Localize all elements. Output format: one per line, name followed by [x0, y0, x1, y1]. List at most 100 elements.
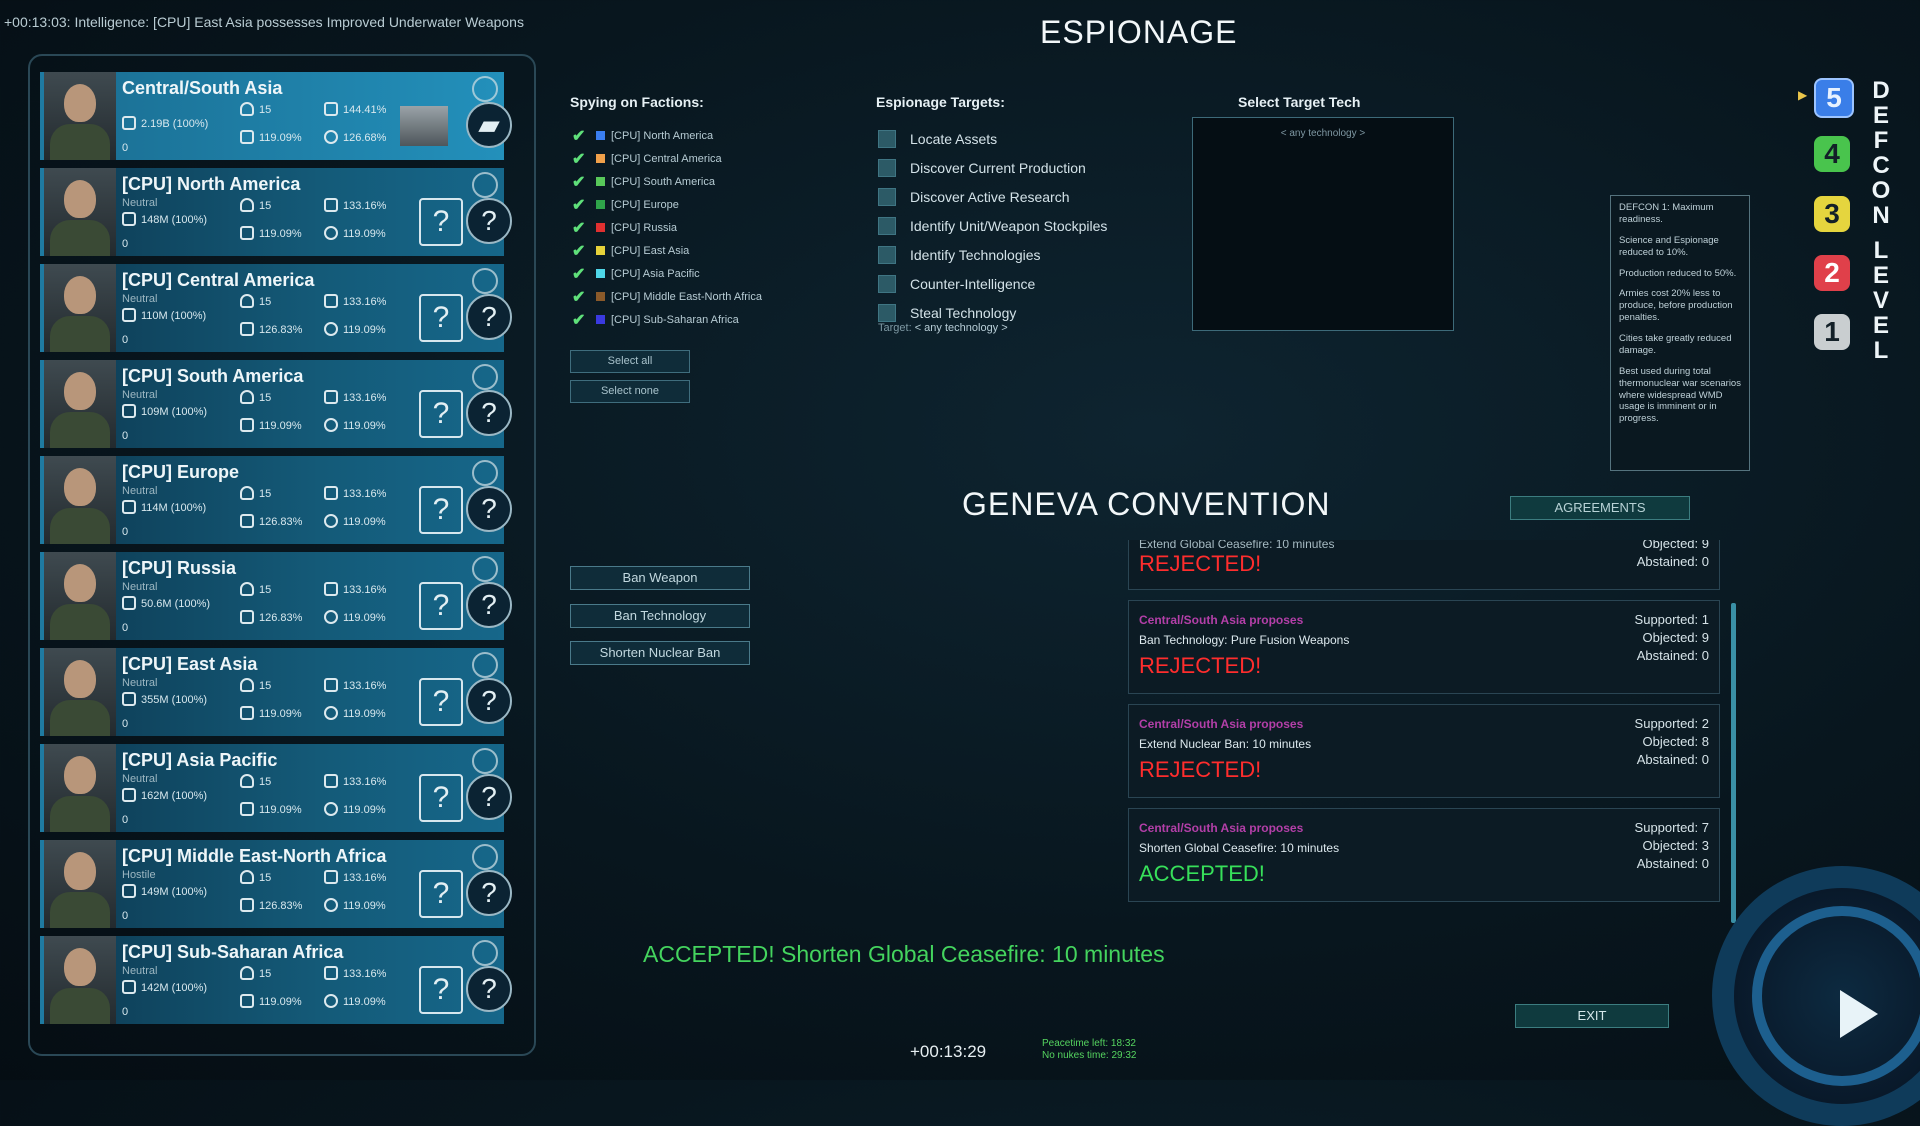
target-checkbox[interactable] [878, 187, 896, 206]
faction-row[interactable]: [CPU] Europe Neutral 114M (100%) 0 15 126.83%… [40, 456, 512, 544]
unknown-intel-icon[interactable]: ? [419, 390, 463, 438]
population-value: 142M (100%) [141, 982, 208, 994]
spy-faction-row[interactable]: ✔ [CPU] Europe [572, 193, 762, 216]
checkmark-icon[interactable]: ✔ [572, 172, 588, 192]
target-checkbox[interactable] [878, 303, 896, 322]
espionage-target-row[interactable]: Locate Assets [878, 124, 1107, 153]
defcon-2-button[interactable]: 2 [1814, 255, 1850, 291]
faction-row[interactable]: [CPU] Middle East-North Africa Hostile 149… [40, 840, 512, 928]
faction-row[interactable]: [CPU] East Asia Neutral 355M (100%) 0 15 119.… [40, 648, 512, 736]
faction-name[interactable]: [CPU] Europe [122, 462, 239, 483]
faction-row[interactable]: Central/South Asia 2.19B (100%) 0 15 119.09%… [40, 72, 512, 160]
checkmark-icon[interactable]: ✔ [572, 218, 588, 238]
target-checkbox[interactable] [878, 274, 896, 293]
checkmark-icon[interactable]: ✔ [572, 287, 588, 307]
supported-count: Supported: 1 [1634, 612, 1709, 627]
spy-faction-row[interactable]: ✔ [CPU] Middle East-North Africa [572, 285, 762, 308]
spy-faction-row[interactable]: ✔ [CPU] Central America [572, 147, 762, 170]
spy-faction-row[interactable]: ✔ [CPU] Sub-Saharan Africa [572, 308, 762, 331]
proposal-scrollbar[interactable] [1731, 603, 1736, 923]
unknown-intel-icon[interactable]: ? [419, 678, 463, 726]
science-value: 119.09% [343, 324, 386, 336]
unknown-intel-icon[interactable]: ? [419, 486, 463, 534]
target-checkbox[interactable] [878, 245, 896, 264]
agreements-button[interactable]: AGREEMENTS [1510, 496, 1690, 520]
shorten-nuclear-ban-button[interactable]: Shorten Nuclear Ban [570, 641, 750, 665]
science-value: 119.09% [343, 612, 386, 624]
spying-faction-list: ✔ [CPU] North America ✔ [CPU] Central Ameri… [572, 124, 762, 331]
checkmark-icon[interactable]: ✔ [572, 241, 588, 261]
unknown-intel-icon[interactable]: ? [419, 582, 463, 630]
espionage-target-row[interactable]: Identify Unit/Weapon Stockpiles [878, 211, 1107, 240]
unknown-intel-icon[interactable]: ? [419, 198, 463, 246]
target-tech-list[interactable]: < any technology > [1192, 117, 1454, 331]
checkmark-icon[interactable]: ✔ [572, 149, 588, 169]
ban-technology-button[interactable]: Ban Technology [570, 604, 750, 628]
espionage-target-row[interactable]: Discover Current Production [878, 153, 1107, 182]
faction-name[interactable]: [CPU] North America [122, 174, 300, 195]
espionage-target-row[interactable]: Identify Technologies [878, 240, 1107, 269]
agent-value: 15 [259, 968, 272, 980]
play-icon[interactable] [1840, 990, 1878, 1038]
faction-row[interactable]: [CPU] Russia Neutral 50.6M (100%) 0 15 126.83… [40, 552, 512, 640]
checkmark-icon[interactable]: ✔ [572, 126, 588, 146]
target-checkbox[interactable] [878, 129, 896, 148]
spy-faction-row[interactable]: ✔ [CPU] Asia Pacific [572, 262, 762, 285]
faction-name[interactable]: [CPU] East Asia [122, 654, 257, 675]
unknown-unit-icon[interactable]: ? [466, 966, 512, 1012]
tech-placeholder[interactable]: < any technology > [1193, 128, 1453, 139]
unknown-unit-icon[interactable]: ? [466, 294, 512, 340]
unknown-unit-icon[interactable]: ? [466, 678, 512, 724]
faction-row[interactable]: [CPU] Asia Pacific Neutral 162M (100%) 0 15 1… [40, 744, 512, 832]
defcon-3-button[interactable]: 3 [1814, 196, 1850, 232]
unknown-unit-icon[interactable]: ? [466, 486, 512, 532]
espionage-title: ESPIONAGE [1040, 14, 1238, 50]
spy-faction-row[interactable]: ✔ [CPU] North America [572, 124, 762, 147]
defcon-letter: O [1871, 177, 1891, 204]
faction-name[interactable]: [CPU] Central America [122, 270, 314, 291]
select-none-button[interactable]: Select none [570, 380, 690, 403]
proposal-result: REJECTED! [1139, 757, 1262, 782]
espionage-target-row[interactable]: Counter-Intelligence [878, 269, 1107, 298]
spy-faction-row[interactable]: ✔ [CPU] Russia [572, 216, 762, 239]
unknown-intel-icon[interactable]: ? [419, 294, 463, 342]
select-all-button[interactable]: Select all [570, 350, 690, 373]
proposal-list[interactable]: Extend Global Ceasefire: 10 minutes REJE… [1128, 540, 1720, 910]
unknown-unit-icon[interactable]: ? [466, 582, 512, 628]
population-stat: 114M (100%) [122, 500, 206, 514]
unknown-unit-icon[interactable]: ? [466, 774, 512, 820]
faction-row[interactable]: [CPU] North America Neutral 148M (100%) 0 15… [40, 168, 512, 256]
faction-name[interactable]: [CPU] South America [122, 366, 303, 387]
target-checkbox[interactable] [878, 216, 896, 235]
faction-row[interactable]: [CPU] Central America Neutral 110M (100%) 0… [40, 264, 512, 352]
unknown-intel-icon[interactable]: ? [419, 774, 463, 822]
defcon-5-button[interactable]: 5 [1814, 78, 1854, 118]
unit-thumbnail[interactable] [400, 106, 448, 146]
unknown-unit-icon[interactable]: ? [466, 870, 512, 916]
checkmark-icon[interactable]: ✔ [572, 264, 588, 284]
ban-weapon-button[interactable]: Ban Weapon [570, 566, 750, 590]
faction-row[interactable]: [CPU] South America Neutral 109M (100%) 0 15… [40, 360, 512, 448]
faction-name[interactable]: [CPU] Sub-Saharan Africa [122, 942, 343, 963]
unknown-intel-icon[interactable]: ? [419, 870, 463, 918]
target-checkbox[interactable] [878, 158, 896, 177]
tank-icon[interactable]: ▰ [466, 102, 512, 148]
faction-name[interactable]: [CPU] Russia [122, 558, 236, 579]
exit-button[interactable]: EXIT [1515, 1004, 1669, 1028]
spy-faction-row[interactable]: ✔ [CPU] South America [572, 170, 762, 193]
defcon-4-button[interactable]: 4 [1814, 136, 1850, 172]
unknown-intel-icon[interactable]: ? [419, 966, 463, 1014]
faction-name[interactable]: [CPU] Middle East-North Africa [122, 846, 386, 867]
target-value[interactable]: < any technology > [915, 322, 1008, 334]
spy-faction-row[interactable]: ✔ [CPU] East Asia [572, 239, 762, 262]
faction-name[interactable]: Central/South Asia [122, 78, 282, 99]
faction-row[interactable]: [CPU] Sub-Saharan Africa Neutral 142M (100… [40, 936, 512, 1024]
checkmark-icon[interactable]: ✔ [572, 310, 588, 330]
production-stat: 119.09% [240, 802, 302, 816]
defcon-1-button[interactable]: 1 [1814, 314, 1850, 350]
checkmark-icon[interactable]: ✔ [572, 195, 588, 215]
espionage-target-row[interactable]: Discover Active Research [878, 182, 1107, 211]
unknown-unit-icon[interactable]: ? [466, 390, 512, 436]
unknown-unit-icon[interactable]: ? [466, 198, 512, 244]
faction-name[interactable]: [CPU] Asia Pacific [122, 750, 277, 771]
